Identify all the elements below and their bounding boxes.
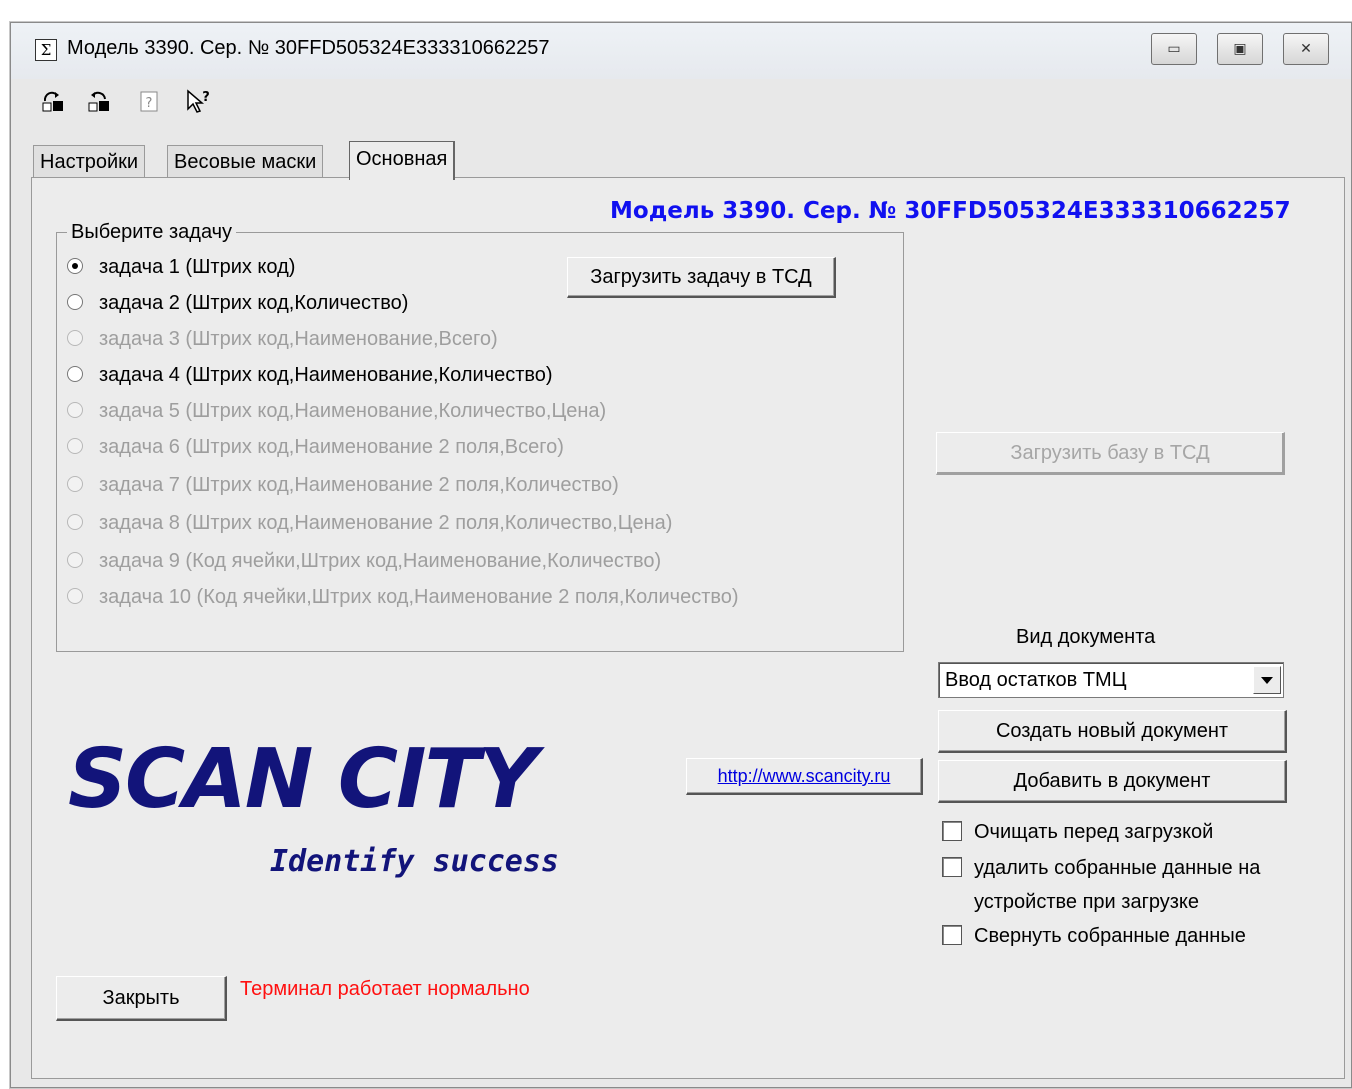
svg-text:?: ? <box>202 90 210 105</box>
task-radio-6: задача 6 (Штрих код,Наименование 2 поля,… <box>67 433 564 461</box>
checkbox-label-line2: устройстве при загрузке <box>974 891 1200 913</box>
maximize-button[interactable]: ▣ <box>1217 33 1263 65</box>
checkbox-label: Свернуть собранные данные <box>974 925 1246 947</box>
task-label: задача 8 (Штрих код,Наименование 2 поля,… <box>99 512 673 534</box>
task-label: задача 1 (Штрих код) <box>99 256 296 278</box>
task-radio-7: задача 7 (Штрих код,Наименование 2 поля,… <box>67 471 619 499</box>
add-to-document-button[interactable]: Добавить в документ <box>938 760 1287 803</box>
logo-slogan: Identify success <box>270 844 559 879</box>
checkbox-box[interactable] <box>942 857 962 877</box>
title-bar: Σ Модель 3390. Сер. № 30FFD505324E333310… <box>11 23 1351 79</box>
checkbox-label: Очищать перед загрузкой <box>974 821 1214 843</box>
context-help-pointer-icon[interactable]: ? <box>185 89 210 115</box>
task-radio-4[interactable]: задача 4 (Штрих код,Наименование,Количес… <box>67 361 553 389</box>
window-title: Модель 3390. Сер. № 30FFD505324E33331066… <box>67 37 550 59</box>
task-label: задача 4 (Штрих код,Наименование,Количес… <box>99 364 553 386</box>
task-radio-2[interactable]: задача 2 (Штрих код,Количество) <box>67 289 408 317</box>
radio-dot <box>67 551 83 568</box>
radio-dot <box>67 329 83 346</box>
terminal-status-text: Терминал работает нормально <box>240 978 530 1000</box>
load-task-button[interactable]: Загрузить задачу в ТСД <box>567 257 836 298</box>
task-radio-5: задача 5 (Штрих код,Наименование,Количес… <box>67 397 606 425</box>
checkbox-box[interactable] <box>942 925 962 945</box>
radio-dot <box>67 293 83 310</box>
main-tab-panel: Модель 3390. Сер. № 30FFD505324E33331066… <box>31 177 1345 1079</box>
document-type-label: Вид документа <box>1016 626 1156 648</box>
checkbox-box[interactable] <box>942 821 962 841</box>
radio-dot <box>67 257 83 274</box>
tab-main[interactable]: Основная <box>349 141 456 180</box>
application-window: Σ Модель 3390. Сер. № 30FFD505324E333310… <box>10 22 1352 1088</box>
chevron-down-icon[interactable] <box>1253 666 1281 694</box>
task-label: задача 7 (Штрих код,Наименование 2 поля,… <box>99 474 619 496</box>
close-window-button[interactable]: ✕ <box>1283 33 1329 65</box>
document-type-value: Ввод остатков ТМЦ <box>945 669 1127 691</box>
task-label: задача 2 (Штрих код,Количество) <box>99 292 409 314</box>
task-label: задача 9 (Код ячейки,Штрих код,Наименова… <box>99 550 662 572</box>
app-sigma-icon: Σ <box>35 39 57 61</box>
svg-text:?: ? <box>146 96 153 111</box>
close-button[interactable]: Закрыть <box>56 976 227 1021</box>
radio-dot <box>67 401 83 418</box>
scancity-logo: SCAN CITY <box>68 732 538 827</box>
task-groupbox: Выберите задачу задача 1 (Штрих код) зад… <box>56 221 904 652</box>
radio-dot <box>67 365 83 382</box>
tab-weight-masks[interactable]: Весовые маски <box>167 145 324 178</box>
minimize-button[interactable]: ▭ <box>1151 33 1197 65</box>
tab-settings[interactable]: Настройки <box>33 145 146 178</box>
checkbox-label-line1: удалить собранные данные на <box>974 857 1261 879</box>
radio-dot <box>67 513 83 530</box>
document-type-select[interactable]: Ввод остатков ТМЦ <box>938 662 1284 698</box>
radio-dot <box>67 587 83 604</box>
task-radio-3: задача 3 (Штрих код,Наименование,Всего) <box>67 325 498 353</box>
website-link-button[interactable]: http://www.scancity.ru <box>686 758 923 795</box>
task-label: задача 6 (Штрих код,Наименование 2 поля,… <box>99 436 564 458</box>
radio-dot <box>67 475 83 492</box>
task-label: задача 10 (Код ячейки,Штрих код,Наименов… <box>99 586 739 608</box>
task-radio-10: задача 10 (Код ячейки,Штрих код,Наименов… <box>67 583 739 611</box>
radio-dot <box>67 437 83 454</box>
create-document-button[interactable]: Создать новый документ <box>938 710 1287 753</box>
model-title: Модель 3390. Сер. № 30FFD505324E33331066… <box>610 198 1291 224</box>
task-label: задача 5 (Штрих код,Наименование,Количес… <box>99 400 607 422</box>
task-radio-9: задача 9 (Код ячейки,Штрих код,Наименова… <box>67 547 661 575</box>
task-radio-1[interactable]: задача 1 (Штрих код) <box>67 253 295 281</box>
device-download-icon[interactable] <box>87 89 111 115</box>
device-upload-icon[interactable] <box>41 89 65 115</box>
task-radio-8: задача 8 (Штрих код,Наименование 2 поля,… <box>67 509 672 537</box>
load-base-button: Загрузить базу в ТСД <box>936 432 1285 475</box>
help-icon[interactable]: ? <box>137 89 161 115</box>
task-group-legend: Выберите задачу <box>67 221 237 244</box>
task-label: задача 3 (Штрих код,Наименование,Всего) <box>99 328 498 350</box>
